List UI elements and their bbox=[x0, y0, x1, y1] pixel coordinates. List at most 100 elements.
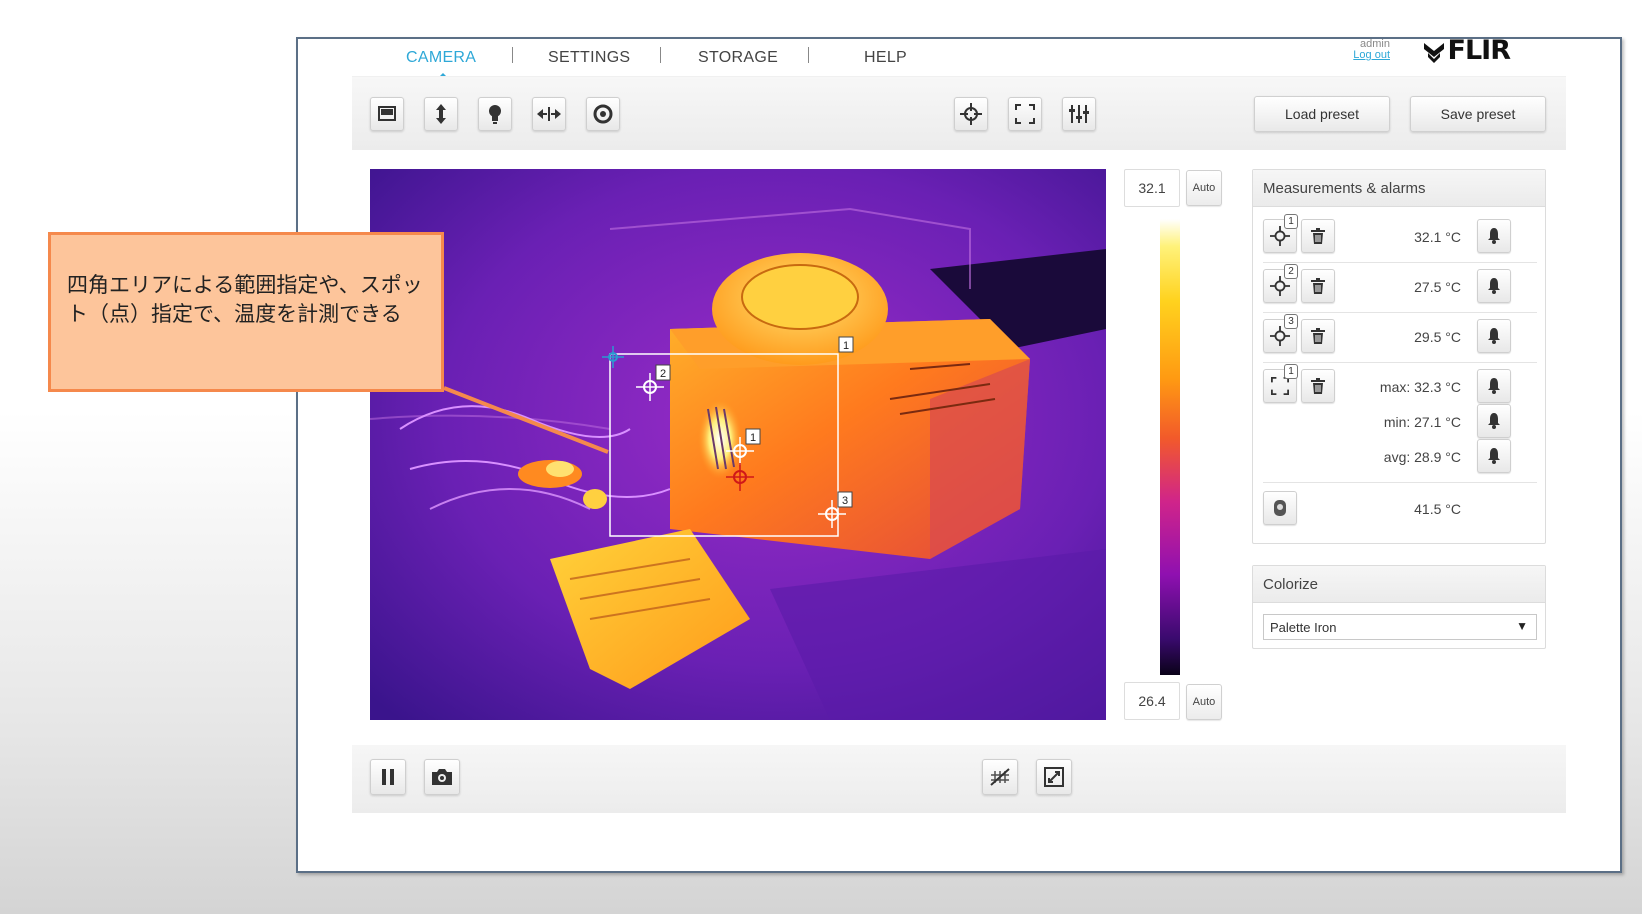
box1-avg-alarm-button[interactable] bbox=[1477, 439, 1511, 473]
scale-min-value[interactable]: 26.4 bbox=[1124, 682, 1180, 720]
box-label: 1 bbox=[843, 340, 849, 352]
top-nav: CAMERA SETTINGS STORAGE HELP admin Log o… bbox=[352, 35, 1566, 79]
bell-icon bbox=[1488, 278, 1500, 294]
add-spot-button[interactable] bbox=[954, 97, 988, 131]
spot1-badge: 1 bbox=[1284, 214, 1298, 229]
dropdown-arrow-icon: ▼ bbox=[1516, 619, 1528, 633]
load-preset-button[interactable]: Load preset bbox=[1254, 96, 1390, 132]
trash-icon bbox=[1311, 328, 1325, 344]
box-tool-icon bbox=[1015, 104, 1035, 124]
flir-web-window: CAMERA SETTINGS STORAGE HELP admin Log o… bbox=[296, 37, 1622, 873]
lamp-icon bbox=[489, 105, 501, 124]
nav-separator bbox=[660, 47, 661, 63]
flir-logo: FLIR bbox=[1422, 35, 1511, 66]
callout-annotation: 四角エリアによる範囲指定や、スポット（点）指定で、温度を計測できる bbox=[48, 232, 444, 392]
hide-overlay-button[interactable] bbox=[982, 759, 1018, 795]
flir-logo-text: FLIR bbox=[1447, 35, 1511, 66]
scale-min-auto-button[interactable]: Auto bbox=[1186, 684, 1222, 720]
box1-button[interactable]: 1 bbox=[1263, 364, 1298, 403]
spot-tool-icon bbox=[960, 103, 982, 125]
display-mode-icon bbox=[378, 106, 396, 121]
palette-select-value: Palette Iron bbox=[1270, 620, 1337, 635]
measurement-row-box1: 1 max: 32.3 °C min: 27.1 °C avg: 28.9 °C bbox=[1263, 363, 1537, 483]
box1-max-alarm-button[interactable] bbox=[1477, 369, 1511, 403]
nav-separator bbox=[512, 47, 513, 63]
bell-icon bbox=[1488, 448, 1500, 464]
spot2-button[interactable]: 2 bbox=[1263, 264, 1298, 303]
delete-spot2-button[interactable] bbox=[1301, 269, 1335, 303]
camera-toolbar: Load preset Save preset bbox=[352, 76, 1566, 150]
internal-temp-value: 41.5 °C bbox=[1414, 501, 1461, 517]
spot2-alarm-button[interactable] bbox=[1477, 269, 1511, 303]
box1-min-alarm-button[interactable] bbox=[1477, 404, 1511, 438]
spot-icon bbox=[1270, 226, 1290, 246]
camera-sensor-icon bbox=[1274, 500, 1286, 516]
tab-storage[interactable]: STORAGE bbox=[698, 49, 778, 67]
adjust-button[interactable] bbox=[1062, 97, 1096, 131]
spot2-label: 2 bbox=[660, 368, 666, 380]
flir-logo-mark-icon bbox=[1423, 43, 1444, 63]
tab-help[interactable]: HELP bbox=[864, 49, 907, 67]
tab-settings[interactable]: SETTINGS bbox=[548, 49, 630, 67]
scale-max-auto-button[interactable]: Auto bbox=[1186, 170, 1222, 206]
adjust-icon bbox=[1069, 105, 1089, 123]
measurement-row-spot2: 2 27.5 °C bbox=[1263, 263, 1537, 313]
user-area: admin Log out bbox=[1353, 39, 1390, 61]
thermal-image[interactable]: 1 2 1 3 bbox=[370, 169, 1106, 720]
color-scale-bar bbox=[1160, 219, 1180, 675]
save-preset-button[interactable]: Save preset bbox=[1410, 96, 1546, 132]
tab-camera[interactable]: CAMERA bbox=[406, 49, 476, 67]
delete-box1-button[interactable] bbox=[1301, 369, 1335, 403]
box-area-icon bbox=[1271, 377, 1289, 395]
measurement-row-spot3: 3 29.5 °C bbox=[1263, 313, 1537, 363]
delete-spot3-button[interactable] bbox=[1301, 319, 1335, 353]
spot3-badge: 3 bbox=[1284, 314, 1298, 329]
display-mode-button[interactable] bbox=[370, 97, 404, 131]
spot2-value: 27.5 °C bbox=[1414, 279, 1461, 295]
measurement-row-spot1: 1 32.1 °C bbox=[1263, 213, 1537, 263]
fullscreen-button[interactable] bbox=[1036, 759, 1072, 795]
flip-icon bbox=[537, 107, 561, 121]
spot3-label: 3 bbox=[842, 495, 848, 507]
trash-icon bbox=[1311, 378, 1325, 394]
trash-icon bbox=[1311, 228, 1325, 244]
spot-icon bbox=[1270, 326, 1290, 346]
pause-button[interactable] bbox=[370, 759, 406, 795]
lamp-button[interactable] bbox=[478, 97, 512, 131]
colorize-panel: Colorize Palette Iron ▼ bbox=[1252, 565, 1546, 649]
measurement-row-internal: 41.5 °C bbox=[1263, 483, 1537, 533]
flip-button[interactable] bbox=[532, 97, 566, 131]
focus-button[interactable] bbox=[424, 97, 458, 131]
spot1-button[interactable]: 1 bbox=[1263, 214, 1298, 253]
spot3-alarm-button[interactable] bbox=[1477, 319, 1511, 353]
spot3-button[interactable]: 3 bbox=[1263, 314, 1298, 353]
palette-select[interactable]: Palette Iron ▼ bbox=[1263, 614, 1537, 640]
logout-link[interactable]: Log out bbox=[1353, 50, 1390, 61]
focus-icon bbox=[436, 104, 446, 124]
fullscreen-icon bbox=[1044, 767, 1064, 787]
measurements-panel: Measurements & alarms 1 32.1 °C 2 27.5 °… bbox=[1252, 169, 1546, 544]
measurements-title: Measurements & alarms bbox=[1253, 170, 1545, 207]
bell-icon bbox=[1488, 413, 1500, 429]
spot1-label: 1 bbox=[750, 432, 756, 444]
pause-icon bbox=[382, 769, 394, 785]
delete-spot1-button[interactable] bbox=[1301, 219, 1335, 253]
spot-icon bbox=[1270, 276, 1290, 296]
spot3-value: 29.5 °C bbox=[1414, 329, 1461, 345]
box1-max-value: max: 32.3 °C bbox=[1379, 379, 1461, 395]
spot1-alarm-button[interactable] bbox=[1477, 219, 1511, 253]
bell-icon bbox=[1488, 378, 1500, 394]
nav-separator bbox=[808, 47, 809, 63]
shutter-button[interactable] bbox=[586, 97, 620, 131]
add-box-button[interactable] bbox=[1008, 97, 1042, 131]
spot2-badge: 2 bbox=[1284, 264, 1298, 279]
scale-max-value[interactable]: 32.1 bbox=[1124, 169, 1180, 207]
trash-icon bbox=[1311, 278, 1325, 294]
box1-badge: 1 bbox=[1284, 364, 1298, 379]
camera-icon bbox=[432, 769, 452, 785]
internal-temp-button[interactable] bbox=[1263, 491, 1297, 525]
overlay-off-icon bbox=[990, 768, 1010, 786]
bottom-toolbar bbox=[352, 745, 1566, 813]
colorize-title: Colorize bbox=[1253, 566, 1545, 603]
snapshot-button[interactable] bbox=[424, 759, 460, 795]
